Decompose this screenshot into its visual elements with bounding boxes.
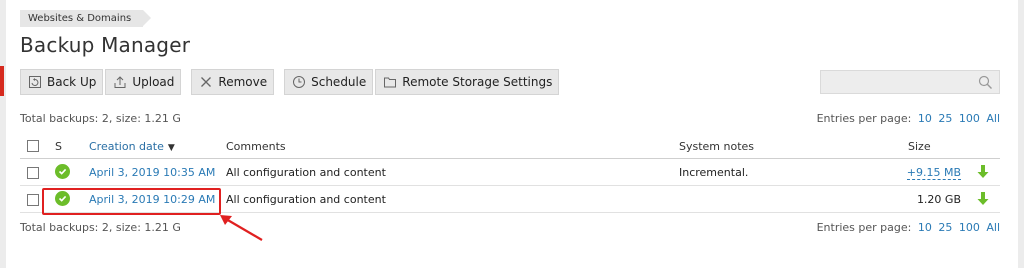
download-icon[interactable] xyxy=(976,164,990,180)
per-page-option-all[interactable]: All xyxy=(986,112,1000,125)
upload-icon xyxy=(112,75,127,90)
table-header: S Creation date ▼ Comments System notes S… xyxy=(20,134,1000,159)
clock-icon xyxy=(291,75,306,90)
entries-per-page-top: Entries per page: 10 25 100 All xyxy=(817,112,1000,125)
toolbar: Back Up Upload Remove Schedule Remote St… xyxy=(20,69,561,95)
status-ok-icon xyxy=(55,191,70,206)
per-page-option-10[interactable]: 10 xyxy=(918,112,932,125)
select-all-checkbox[interactable] xyxy=(27,140,39,152)
header-creation-date-label: Creation date xyxy=(89,140,164,153)
page-title: Backup Manager xyxy=(20,33,191,57)
sort-desc-icon: ▼ xyxy=(167,143,175,153)
upload-label: Upload xyxy=(132,75,175,89)
per-page-option-all[interactable]: All xyxy=(986,221,1000,234)
header-comments: Comments xyxy=(226,140,286,153)
remove-label: Remove xyxy=(218,75,268,89)
download-icon[interactable] xyxy=(976,191,990,207)
backup-comment: All configuration and content xyxy=(226,193,386,206)
schedule-label: Schedule xyxy=(311,75,367,89)
annotation-arrow xyxy=(220,215,263,241)
backup-summary-top: Total backups: 2, size: 1.21 G xyxy=(20,112,181,125)
upload-button[interactable]: Upload xyxy=(105,69,182,95)
backup-system-notes: Incremental. xyxy=(679,166,749,179)
breadcrumb[interactable]: Websites & Domains xyxy=(20,10,152,27)
search-icon[interactable] xyxy=(978,75,993,90)
header-status: S xyxy=(55,140,62,153)
backup-summary-bottom: Total backups: 2, size: 1.21 G xyxy=(20,221,181,234)
per-page-option-100[interactable]: 100 xyxy=(959,221,980,234)
table-row: April 3, 2019 10:35 AM All configuration… xyxy=(20,159,1000,186)
backup-size: 1.20 GB xyxy=(916,193,961,206)
folder-icon xyxy=(382,75,397,90)
search-input[interactable] xyxy=(820,70,1000,94)
per-page-option-25[interactable]: 25 xyxy=(938,221,952,234)
backup-date-link[interactable]: April 3, 2019 10:29 AM xyxy=(89,193,215,206)
remote-storage-button[interactable]: Remote Storage Settings xyxy=(375,69,560,95)
backup-button[interactable]: Back Up xyxy=(20,69,104,95)
entries-per-page-bottom: Entries per page: 10 25 100 All xyxy=(817,221,1000,234)
backup-comment: All configuration and content xyxy=(226,166,386,179)
entries-per-page-label: Entries per page: xyxy=(816,112,912,125)
remote-storage-label: Remote Storage Settings xyxy=(402,75,553,89)
header-system-notes: System notes xyxy=(679,140,755,153)
per-page-option-100[interactable]: 100 xyxy=(959,112,980,125)
backups-table: S Creation date ▼ Comments System notes S… xyxy=(20,134,1000,213)
row-checkbox[interactable] xyxy=(27,167,39,179)
left-edge-marker xyxy=(0,66,4,96)
remove-button[interactable]: Remove xyxy=(191,69,275,95)
table-row: April 3, 2019 10:29 AM All configuration… xyxy=(20,186,1000,213)
backup-size-link[interactable]: +9.15 MB xyxy=(906,166,961,180)
remove-icon xyxy=(198,75,213,90)
header-creation-date[interactable]: Creation date ▼ xyxy=(89,140,175,153)
backup-label: Back Up xyxy=(47,75,97,89)
backup-icon xyxy=(27,75,42,90)
status-ok-icon xyxy=(55,164,70,179)
per-page-option-10[interactable]: 10 xyxy=(918,221,932,234)
backup-date-link[interactable]: April 3, 2019 10:35 AM xyxy=(89,166,215,179)
row-checkbox[interactable] xyxy=(27,194,39,206)
header-size: Size xyxy=(908,140,931,153)
schedule-button[interactable]: Schedule xyxy=(284,69,374,95)
per-page-option-25[interactable]: 25 xyxy=(938,112,952,125)
entries-per-page-label: Entries per page: xyxy=(816,221,912,234)
